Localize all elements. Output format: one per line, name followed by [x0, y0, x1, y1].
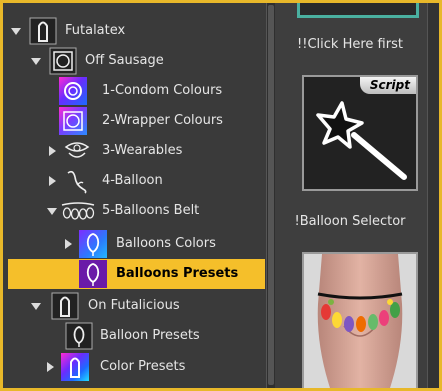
preset-label-click-here-first[interactable]: !!Click Here first: [275, 37, 425, 52]
tree-item-label: Balloons Presets: [116, 266, 239, 281]
expand-arrow-icon[interactable]: [47, 208, 57, 215]
expand-arrow-icon[interactable]: [65, 239, 72, 249]
tree-item-label: 3-Wearables: [102, 143, 183, 158]
tree-item-label: Balloons Colors: [116, 236, 216, 251]
tree-item-label: On Futalicious: [88, 298, 180, 313]
tree-item-wearables[interactable]: 3-Wearables: [3, 136, 265, 166]
balloons-presets-icon: [79, 260, 107, 288]
expand-arrow-icon[interactable]: [31, 58, 41, 65]
content-library-window: Futalatex Off Sausage 1-Condom Colours 2…: [3, 3, 439, 388]
previous-preset-thumbnail[interactable]: [297, 3, 419, 18]
tree-scrollbar-thumb[interactable]: [268, 5, 274, 385]
condom-icon: [51, 292, 79, 320]
preset-label-balloon-selector[interactable]: !Balloon Selector: [275, 214, 425, 229]
expand-arrow-icon[interactable]: [49, 176, 56, 186]
balloon-belt-preview: [304, 254, 416, 388]
balloons-belt-icon: [61, 197, 95, 225]
preset-balloon-selector[interactable]: [302, 252, 418, 388]
wearables-icon: [63, 137, 91, 165]
tree-item-balloon-presets[interactable]: Balloon Presets: [3, 321, 265, 351]
tree-item-balloons-presets[interactable]: Balloons Presets: [8, 259, 265, 289]
condom-colours-icon: [59, 77, 87, 105]
tree-scrollbar[interactable]: [266, 3, 275, 388]
expand-arrow-icon[interactable]: [31, 303, 41, 310]
expand-arrow-icon[interactable]: [11, 28, 21, 35]
preset-panel: !!Click Here first Script !Balloon Selec…: [275, 3, 439, 388]
expand-arrow-icon[interactable]: [47, 362, 54, 372]
tree-item-label: Futalatex: [65, 23, 126, 38]
tree-item-futalatex[interactable]: Futalatex: [3, 16, 265, 46]
tree-item-label: Balloon Presets: [100, 328, 200, 343]
color-presets-icon: [61, 353, 89, 381]
balloon-presets-icon: [65, 322, 93, 350]
tree-item-color-presets[interactable]: Color Presets: [3, 352, 265, 382]
preset-click-here-first[interactable]: Script: [302, 75, 418, 191]
expand-arrow-icon[interactable]: [49, 146, 56, 156]
tree-item-label: 4-Balloon: [102, 173, 163, 188]
category-tree: Futalatex Off Sausage 1-Condom Colours 2…: [3, 3, 275, 388]
condom-icon: [29, 17, 57, 45]
tree-item-off-sausage[interactable]: Off Sausage: [3, 46, 265, 76]
tree-item-label: 2-Wrapper Colours: [102, 113, 223, 128]
condom-wrapper-icon: [49, 47, 77, 75]
tree-item-balloons-belt[interactable]: 5-Balloons Belt: [3, 196, 265, 226]
tree-item-label: Off Sausage: [85, 53, 164, 68]
tree-item-label: 1-Condom Colours: [102, 83, 223, 98]
preset-scrollbar[interactable]: [427, 3, 439, 388]
tree-item-on-futalicious[interactable]: On Futalicious: [3, 291, 265, 321]
tree-item-label: Color Presets: [100, 359, 186, 374]
tree-item-balloons-colors[interactable]: Balloons Colors: [3, 229, 265, 259]
tree-item-balloon[interactable]: 4-Balloon: [3, 166, 265, 196]
wrapper-colours-icon: [59, 107, 87, 135]
tree-item-condom-colours[interactable]: 1-Condom Colours: [3, 76, 265, 106]
tree-item-label: 5-Balloons Belt: [102, 203, 200, 218]
balloon-icon: [63, 167, 91, 195]
balloons-colors-icon: [79, 230, 107, 258]
script-badge: Script: [359, 77, 416, 94]
tree-item-wrapper-colours[interactable]: 2-Wrapper Colours: [3, 106, 265, 136]
